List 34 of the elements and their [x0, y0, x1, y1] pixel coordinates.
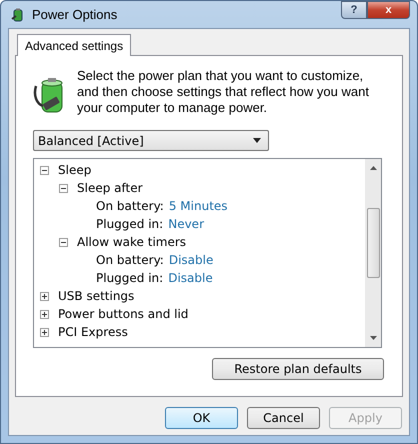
- setting-label: Plugged in:: [96, 217, 164, 231]
- tree-item[interactable]: Sleep after: [77, 181, 143, 195]
- help-button[interactable]: ?: [341, 1, 367, 19]
- scrollbar[interactable]: [365, 159, 381, 347]
- setting-label: On battery:: [96, 253, 164, 267]
- setting-value-link[interactable]: 5 Minutes: [168, 199, 228, 213]
- restore-defaults-button[interactable]: Restore plan defaults: [212, 358, 384, 380]
- tree-item[interactable]: PCI Express: [58, 325, 128, 339]
- setting-value-link[interactable]: Never: [168, 217, 204, 231]
- tree-item[interactable]: Power buttons and lid: [58, 307, 188, 321]
- window-title: Power Options: [32, 7, 118, 22]
- plan-dropdown[interactable]: Balanced [Active]: [33, 130, 269, 151]
- tab[interactable]: Advanced settings: [17, 34, 132, 56]
- dialog-button[interactable]: OK: [165, 407, 238, 429]
- collapse-icon[interactable]: [59, 238, 68, 246]
- expand-icon[interactable]: [40, 328, 49, 336]
- tree-item[interactable]: Allow wake timers: [77, 235, 186, 249]
- setting-value-link[interactable]: Disable: [168, 253, 214, 267]
- tree-item[interactable]: USB settings: [58, 289, 134, 303]
- collapse-icon[interactable]: [40, 166, 49, 174]
- tree-item[interactable]: Sleep: [58, 163, 92, 177]
- scroll-thumb[interactable]: [366, 208, 380, 278]
- setting-value-link[interactable]: Disable: [168, 271, 213, 285]
- collapse-icon[interactable]: [59, 184, 68, 192]
- scroll-up-icon[interactable]: [370, 166, 376, 170]
- scroll-down-icon[interactable]: [370, 336, 376, 340]
- close-button[interactable]: x: [367, 1, 410, 19]
- setting-label: Plugged in:: [96, 271, 164, 285]
- expand-icon[interactable]: [40, 292, 49, 300]
- setting-label: On battery:: [96, 199, 164, 213]
- dropdown-arrow-icon: [253, 138, 261, 143]
- expand-icon[interactable]: [40, 310, 49, 318]
- dialog-button[interactable]: Cancel: [247, 407, 320, 429]
- instruction-text: Select the power plan that you want to customize, and then choose settings that reflect how you want your computer to manage power.: [77, 68, 370, 116]
